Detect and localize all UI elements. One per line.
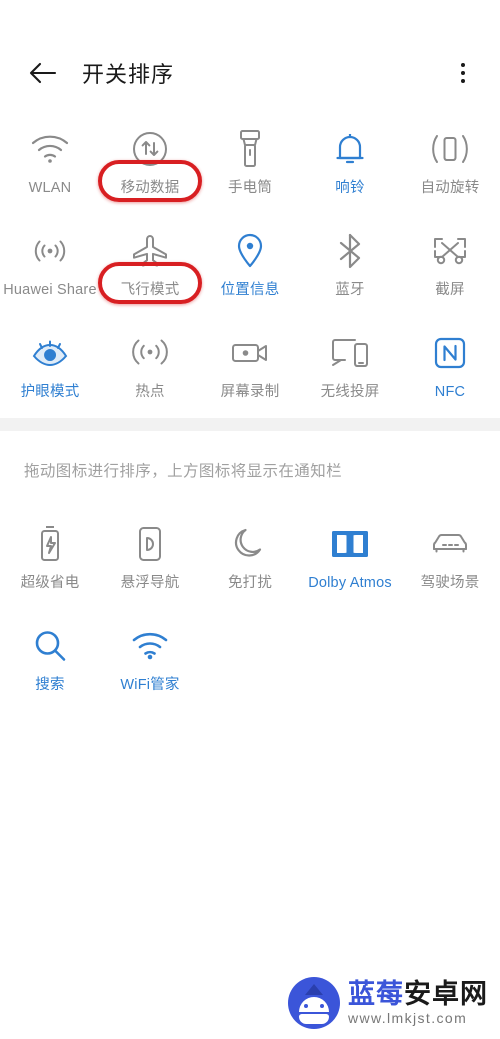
switch-tile-label: 手电筒 [227,180,273,196]
do-not-disturb-icon [227,521,273,567]
switch-tile-label: 蓝牙 [335,282,365,298]
switch-tile[interactable]: Huawei Share [0,214,100,316]
overflow-menu-button[interactable] [448,56,478,90]
battery-saver-icon [27,521,73,567]
switch-tile-label: 搜索 [35,677,65,693]
switch-tile-label: 截屏 [435,282,465,298]
status-bar [0,0,500,42]
mobile-data-icon [127,126,173,172]
switch-tile[interactable]: 免打扰 [200,507,300,609]
screenshot-icon [427,228,473,274]
switch-tile-label: 飞行模式 [120,282,180,298]
back-button[interactable] [26,56,60,90]
hidden-switch-grid: 超级省电 悬浮导航 免打扰 Dolby Atmos 驾驶场景 搜索 WiFi管家 [0,499,500,711]
switch-tile[interactable]: 护眼模式 [0,316,100,418]
switch-tile-label: 驾驶场景 [420,575,480,591]
switch-tile-label: WiFi管家 [120,677,180,693]
eye-comfort-icon [27,330,73,376]
switch-tile[interactable]: 悬浮导航 [100,507,200,609]
switch-tile[interactable]: 屏幕录制 [200,316,300,418]
switch-tile[interactable]: 驾驶场景 [400,507,500,609]
switch-tile-label: 位置信息 [220,282,280,298]
switch-tile-label: 无线投屏 [320,384,380,400]
switch-tile[interactable]: 热点 [100,316,200,418]
switch-tile-label: 超级省电 [20,575,80,591]
switch-tile-label: WLAN [28,180,72,196]
switch-tile[interactable]: 无线投屏 [300,316,400,418]
car-icon [427,521,473,567]
watermark-url: www.lmkjst.com [348,1009,468,1026]
switch-tile-label: 护眼模式 [20,384,80,400]
switch-tile-label: 悬浮导航 [120,575,180,591]
switch-tile-label: 移动数据 [120,180,180,196]
hotspot-icon [127,330,173,376]
switch-tile[interactable]: 飞行模式 [98,214,202,316]
wireless-cast-icon [327,330,373,376]
switch-tile-label: 免打扰 [227,575,273,591]
screen-record-icon [227,330,273,376]
app-header: 开关排序 [0,42,500,104]
flashlight-icon [227,126,273,172]
switch-tile[interactable]: Dolby Atmos [300,507,400,609]
switch-tile-label: 自动旋转 [420,180,480,196]
wifi-manager-icon [127,623,173,669]
wifi-icon [27,126,73,172]
bluetooth-icon [327,228,373,274]
switch-tile[interactable]: 移动数据 [98,112,202,214]
switch-tile[interactable]: 搜索 [0,609,100,711]
floating-nav-icon [127,521,173,567]
section-divider [0,418,500,431]
dolby-atmos-icon [327,521,373,567]
switch-tile-label: 屏幕录制 [220,384,280,400]
site-watermark: 蓝莓安卓网 www.lmkjst.com [288,977,488,1029]
switch-tile[interactable]: NFC [400,316,500,418]
watermark-brand-blue: 蓝莓 [348,979,404,1010]
watermark-text: 蓝莓安卓网 www.lmkjst.com [348,980,488,1025]
switch-tile-label: NFC [434,384,466,400]
auto-rotate-icon [427,126,473,172]
switch-tile[interactable]: WLAN [0,112,100,214]
switch-tile[interactable]: 超级省电 [0,507,100,609]
sorting-hint: 拖动图标进行排序，上方图标将显示在通知栏 [24,463,343,480]
switch-tile[interactable]: 手电筒 [200,112,300,214]
page-title: 开关排序 [82,62,175,87]
switch-tile[interactable]: 自动旋转 [400,112,500,214]
arrow-left-icon [28,60,58,86]
switch-tile[interactable]: 截屏 [400,214,500,316]
huawei-share-icon [27,228,73,274]
watermark-brand-black: 安卓网 [404,979,488,1010]
nfc-icon [427,330,473,376]
switch-tile-label: Huawei Share [3,282,97,298]
location-pin-icon [227,228,273,274]
overflow-menu-icon [461,63,465,67]
switch-tile[interactable]: WiFi管家 [100,609,200,711]
switch-tile[interactable]: 位置信息 [200,214,300,316]
notification-switch-grid: WLAN 移动数据 手电筒 响铃 自动旋转 Huawei Share 飞行模式 … [0,104,500,418]
blueberry-android-logo [288,977,340,1029]
switch-tile-label: 响铃 [335,180,365,196]
search-icon [27,623,73,669]
switch-tile-label: 热点 [135,384,165,400]
watermark-brand: 蓝莓安卓网 [348,980,488,1008]
switch-tile[interactable]: 蓝牙 [300,214,400,316]
switch-tile[interactable]: 响铃 [300,112,400,214]
airplane-icon [127,228,173,274]
bell-icon [327,126,373,172]
switch-tile-label: Dolby Atmos [308,575,392,591]
phone-screen: 开关排序 WLAN 移动数据 手电筒 响铃 自动旋转 Huawei Share … [0,0,500,1039]
